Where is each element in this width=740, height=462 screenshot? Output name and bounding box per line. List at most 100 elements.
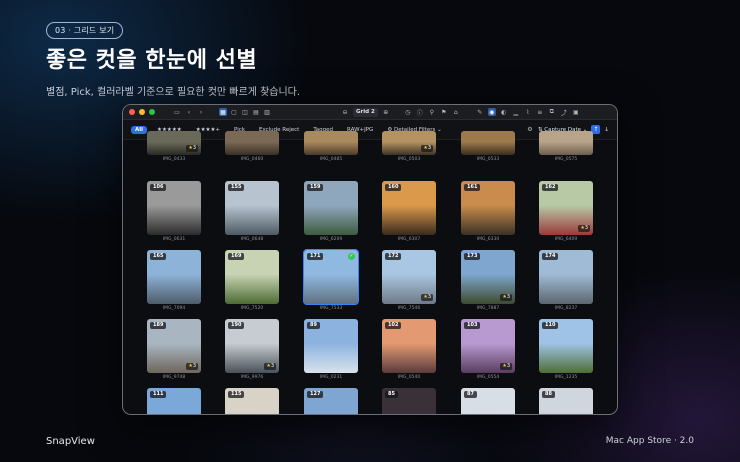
photo-cell[interactable]: 172 ★3 IMG_7546 <box>382 250 436 312</box>
photo-cell[interactable]: 161 IMG_6330 <box>461 181 515 243</box>
filter-icon[interactable]: ◉ <box>487 108 496 116</box>
photo-thumbnail[interactable]: 88 <box>539 388 593 414</box>
photo-cell[interactable]: 85 <box>382 388 436 414</box>
toolbar: ▭ ‹ › ▦ ▢ ◫ ▤ ▥ ⊖ Grid 2 ⊕ ◷ ⓘ ⚲ ⚑ ⌂ ✎ ◉… <box>123 105 617 120</box>
photo-thumbnail[interactable]: 103 ★3 <box>461 319 515 373</box>
photo-cell[interactable]: 190 ★3 IMG_9976 <box>225 319 279 381</box>
photo-cell[interactable]: 127 <box>304 388 358 414</box>
photo-thumbnail[interactable]: 111 <box>147 388 201 414</box>
more-icon[interactable]: ▣ <box>572 108 580 116</box>
sidebar-icon[interactable]: ▥ <box>263 108 271 116</box>
photo-cell[interactable]: IMG_0533 <box>461 131 515 163</box>
close-button[interactable] <box>129 109 135 115</box>
photo-cell[interactable]: 88 <box>539 388 593 414</box>
photo-cell[interactable]: 159 IMG_6209 <box>304 181 358 243</box>
timer-icon[interactable]: ◷ <box>404 108 412 116</box>
photo-thumbnail[interactable] <box>225 131 279 155</box>
photo-number-badge: 173 <box>464 253 481 260</box>
photo-thumbnail[interactable]: 155 <box>225 181 279 235</box>
adjust-icon[interactable]: ◐ <box>500 108 508 116</box>
photo-thumbnail[interactable]: 89 <box>304 319 358 373</box>
photo-cell[interactable]: 189 ★3 IMG_9748 <box>147 319 201 381</box>
photo-thumbnail[interactable]: ★3 <box>382 131 436 155</box>
edit-icon[interactable]: ✎ <box>476 108 484 116</box>
photo-thumbnail[interactable]: 162 ★3 <box>539 181 593 235</box>
compare-view-icon[interactable]: ◫ <box>241 108 249 116</box>
histogram-icon[interactable]: ▁ <box>512 108 520 116</box>
photo-thumbnail[interactable]: 115 <box>225 388 279 414</box>
photo-number-badge: 159 <box>307 184 324 191</box>
photo-cell[interactable]: 111 <box>147 388 201 414</box>
photo-thumbnail[interactable]: 161 <box>461 181 515 235</box>
rating-value: 3 <box>270 363 274 369</box>
photo-thumbnail[interactable] <box>461 131 515 155</box>
photo-filename: IMG_9748 <box>162 375 186 380</box>
photo-cell[interactable]: 160 IMG_6307 <box>382 181 436 243</box>
photo-thumbnail[interactable]: ★3 <box>147 131 201 155</box>
folder-icon[interactable]: ▭ <box>173 108 181 116</box>
photo-cell[interactable]: 162 ★3 IMG_6409 <box>539 181 593 243</box>
minimize-button[interactable] <box>139 109 145 115</box>
photo-cell[interactable]: IMG_0485 <box>304 131 358 163</box>
photo-filename: IMG_7520 <box>240 306 264 311</box>
photo-cell[interactable]: 165 IMG_7094 <box>147 250 201 312</box>
photo-thumbnail[interactable] <box>304 131 358 155</box>
flag-icon[interactable]: ⚑ <box>440 108 448 116</box>
photo-filename: IMG_0648 <box>240 237 264 242</box>
photo-cell[interactable]: 102 IMG_0540 <box>382 319 436 381</box>
grid-size-label[interactable]: Grid 2 <box>353 107 378 117</box>
tag-icon[interactable]: ⌂ <box>452 108 460 116</box>
photo-thumbnail[interactable]: 173 ★3 <box>461 250 515 304</box>
photo-thumbnail[interactable]: 160 <box>382 181 436 235</box>
filmstrip-view-icon[interactable]: ▤ <box>252 108 260 116</box>
photo-thumbnail[interactable]: 174 <box>539 250 593 304</box>
info-icon[interactable]: ⓘ <box>416 108 424 117</box>
photo-cell[interactable]: 169 IMG_7520 <box>225 250 279 312</box>
photo-thumbnail[interactable]: 106 <box>147 181 201 235</box>
pin-icon[interactable]: ⚲ <box>428 108 436 116</box>
photo-thumbnail[interactable]: 159 <box>304 181 358 235</box>
photo-cell[interactable]: ★3 IMG_0433 <box>147 131 201 163</box>
photo-cell[interactable]: IMG_0575 <box>539 131 593 163</box>
copy-icon[interactable]: ⧉ <box>548 108 556 116</box>
photo-thumbnail[interactable] <box>539 131 593 155</box>
photo-cell[interactable]: 110 IMG_1235 <box>539 319 593 381</box>
photo-thumbnail[interactable]: 165 <box>147 250 201 304</box>
settings-icon[interactable]: ⚙ <box>526 126 534 134</box>
rating-badge: ★3 <box>500 363 512 370</box>
photo-thumbnail[interactable]: 189 ★3 <box>147 319 201 373</box>
photo-thumbnail[interactable]: 172 ★3 <box>382 250 436 304</box>
photo-cell[interactable]: 155 IMG_0648 <box>225 181 279 243</box>
photo-cell[interactable]: 174 IMG_8237 <box>539 250 593 312</box>
zoom-button[interactable] <box>149 109 155 115</box>
photo-thumbnail[interactable]: 190 ★3 <box>225 319 279 373</box>
forward-icon[interactable]: › <box>197 108 205 116</box>
photo-cell[interactable]: IMG_0460 <box>225 131 279 163</box>
photo-thumbnail[interactable]: 110 <box>539 319 593 373</box>
photo-thumbnail[interactable]: 169 <box>225 250 279 304</box>
photo-cell[interactable]: 115 <box>225 388 279 414</box>
photo-cell[interactable]: 89 IMG_0231 <box>304 319 358 381</box>
photo-thumbnail[interactable]: 102 <box>382 319 436 373</box>
photo-cell[interactable]: 106 IMG_0631 <box>147 181 201 243</box>
photo-thumbnail[interactable]: 127 <box>304 388 358 414</box>
photo-cell[interactable]: 171 ✓ IMG_7533 <box>303 249 359 312</box>
back-icon[interactable]: ‹ <box>185 108 193 116</box>
export-icon[interactable]: ⤴ <box>560 108 568 117</box>
photo-cell[interactable]: 103 ★3 IMG_0554 <box>461 319 515 381</box>
photo-cell[interactable]: ★3 IMG_0503 <box>382 131 436 163</box>
layers-icon[interactable]: ≡ <box>536 108 544 116</box>
chart-icon[interactable]: ⌇ <box>524 108 532 116</box>
photo-filename: IMG_0460 <box>240 157 264 162</box>
photo-thumbnail[interactable]: 85 <box>382 388 436 414</box>
grid-view-icon[interactable]: ▦ <box>219 108 227 116</box>
zoom-out-icon[interactable]: ⊖ <box>341 108 349 116</box>
photo-cell[interactable]: 87 <box>461 388 515 414</box>
photo-thumbnail[interactable]: 87 <box>461 388 515 414</box>
sort-descending-button[interactable]: ↓ <box>604 127 609 133</box>
photo-thumbnail[interactable]: 171 ✓ <box>303 249 359 305</box>
filter-all[interactable]: All <box>131 125 148 134</box>
zoom-in-icon[interactable]: ⊕ <box>382 108 390 116</box>
photo-cell[interactable]: 173 ★3 IMG_7887 <box>461 250 515 312</box>
single-view-icon[interactable]: ▢ <box>230 108 238 116</box>
